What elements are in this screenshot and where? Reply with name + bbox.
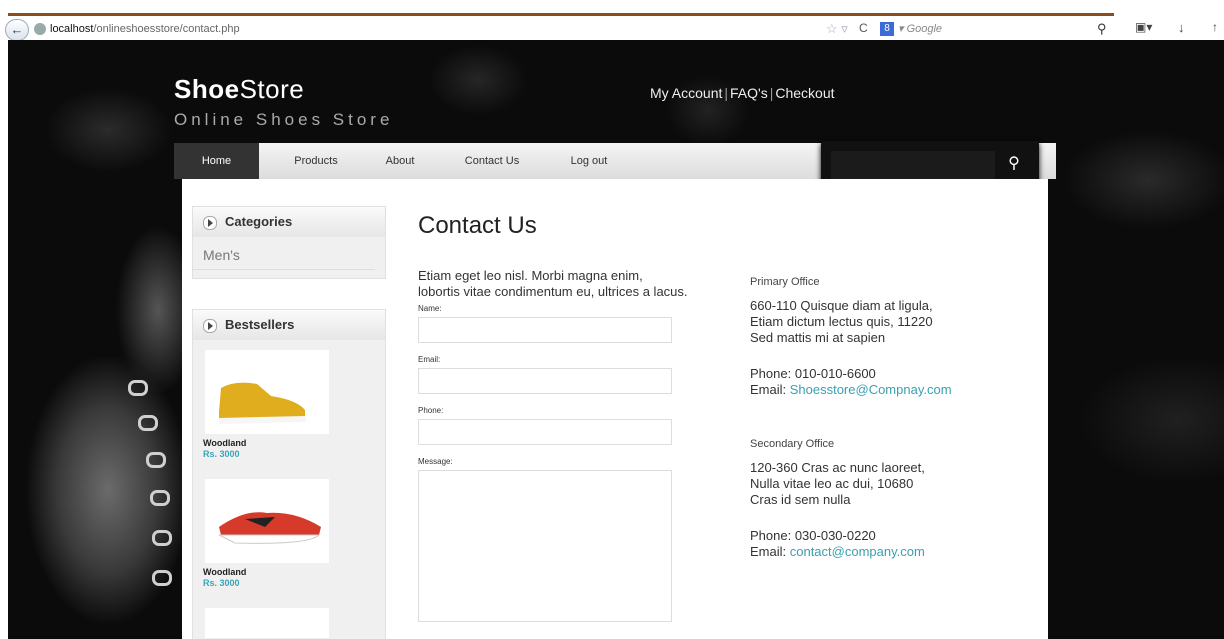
email-label-text: Email: [750,544,790,559]
browser-search-field[interactable]: 8 ▾ Google [880,20,1095,38]
lace-eyelet [150,490,170,506]
red-shoe-image [218,512,321,544]
office-info: Primary Office 660-110 Quisque diam at l… [750,276,1030,580]
back-arrow-icon[interactable]: ← [5,19,29,41]
name-label: Name: [418,304,442,313]
magnifier-icon[interactable]: ⚲ [1097,21,1107,37]
nav-about[interactable]: About [370,143,430,179]
home-icon[interactable]: ↑ [1212,20,1218,34]
primary-email-link[interactable]: Shoesstore@Compnay.com [790,382,952,397]
secondary-office-heading: Secondary Office [750,438,835,450]
lace-eyelet [152,530,172,546]
category-item[interactable]: Men's [193,237,375,270]
nav-products[interactable]: Products [276,143,356,179]
reload-icon[interactable]: C [859,21,868,35]
lace-eyelet [128,380,148,396]
email-label: Email: [418,355,441,364]
product-image[interactable] [205,350,329,434]
email-field[interactable] [418,368,672,394]
nav-log-out[interactable]: Log out [554,143,624,179]
phone-field[interactable] [418,419,672,445]
contact-form-area: Contact Us Etiam eget leo nisl. Morbi ma… [418,212,718,622]
categories-title: Categories [225,214,293,229]
primary-office-heading: Primary Office [750,276,820,288]
bestsellers-title: Bestsellers [225,317,295,332]
lace-eyelet [138,415,158,431]
bestsellers-header[interactable]: Bestsellers [193,310,385,340]
primary-phone: Phone: 010-010-6600 [750,366,876,381]
lace-eyelet [146,452,166,468]
site-logo[interactable]: ShoeStore [174,74,304,105]
sneaker-background-image [8,190,208,639]
product-price: Rs. 3000 [203,578,240,588]
url-path: /onlineshoesstore/contact.php [93,23,240,35]
name-field[interactable] [418,317,672,343]
address-line: Nulla vitae leo ac dui, 10680 [750,476,914,491]
primary-contact: Phone: 010-010-6600 Email: Shoesstore@Co… [750,366,1030,398]
product-image[interactable] [205,479,329,563]
categories-header[interactable]: Categories [193,207,385,237]
site-search-input[interactable] [831,151,995,179]
email-label-text: Email: [750,382,790,397]
message-label: Message: [418,457,453,466]
page-title: Contact Us [418,212,537,239]
window-top-strip [0,0,1224,18]
contact-intro: Etiam eget leo nisl. Morbi magna enim, l… [418,268,688,299]
expand-arrow-icon [203,215,217,230]
checkout-link[interactable]: Checkout [775,85,834,101]
secondary-phone: Phone: 030-030-0220 [750,528,876,543]
address-line: Sed mattis mi at sapien [750,330,886,345]
secondary-address: 120-360 Cras ac nunc laoreet, Nulla vita… [750,460,1030,508]
title-underline [8,13,1114,16]
address-line: Etiam dictum lectus quis, 11220 [750,314,933,329]
lace-eyelet [152,570,172,586]
product-name[interactable]: Woodland [203,567,385,577]
address-line: 660-110 Quisque diam at ligula, [750,298,933,313]
address-line: Cras id sem nulla [750,492,851,507]
secondary-contact: Phone: 030-030-0220 Email: contact@compa… [750,528,1030,560]
product-name[interactable]: Woodland [203,438,385,448]
my-account-link[interactable]: My Account [650,85,722,101]
primary-address: 660-110 Quisque diam at ligula, Etiam di… [750,298,1030,346]
product-image[interactable] [205,608,329,638]
sidebar: Categories Men's Bestsellers Woodland Rs… [192,206,386,639]
yellow-shoe-image [219,382,307,424]
product-price: Rs. 3000 [203,449,240,459]
expand-arrow-icon [203,318,217,333]
categories-box: Categories Men's [192,206,386,279]
bookmark-star-icon[interactable]: ☆ ▿ [826,21,848,37]
faq-link[interactable]: FAQ's [730,85,768,101]
nav-contact-us[interactable]: Contact Us [452,143,532,179]
globe-icon [34,23,46,36]
message-field[interactable] [418,470,672,622]
webpage: ShoeStore Online Shoes Store My Account |… [8,40,1224,639]
bestsellers-box: Bestsellers Woodland Rs. 3000 Woodland R… [192,309,386,639]
content-panel: Categories Men's Bestsellers Woodland Rs… [182,179,1048,639]
browser-toolbar: ← localhost/onlineshoesstore/contact.php… [0,18,1224,41]
phone-label: Phone: [418,406,444,415]
nav-home[interactable]: Home [174,143,259,179]
address-line: 120-360 Cras ac nunc laoreet, [750,460,925,475]
addon-icon[interactable]: ▣▾ [1135,20,1152,34]
site-tagline: Online Shoes Store [174,110,394,129]
download-icon[interactable]: ↓ [1178,20,1185,35]
url-host: localhost [50,23,94,35]
link-separator: | [724,85,729,101]
google-logo-icon: 8 [880,22,894,37]
logo-light: Store [239,74,305,104]
secondary-email-link[interactable]: contact@company.com [790,544,925,559]
search-icon[interactable]: ⚲ [1003,153,1025,175]
browser-search-placeholder: Google [906,23,943,35]
logo-bold: Shoe [174,74,240,104]
top-links: My Account | FAQ's | Checkout [650,85,835,101]
